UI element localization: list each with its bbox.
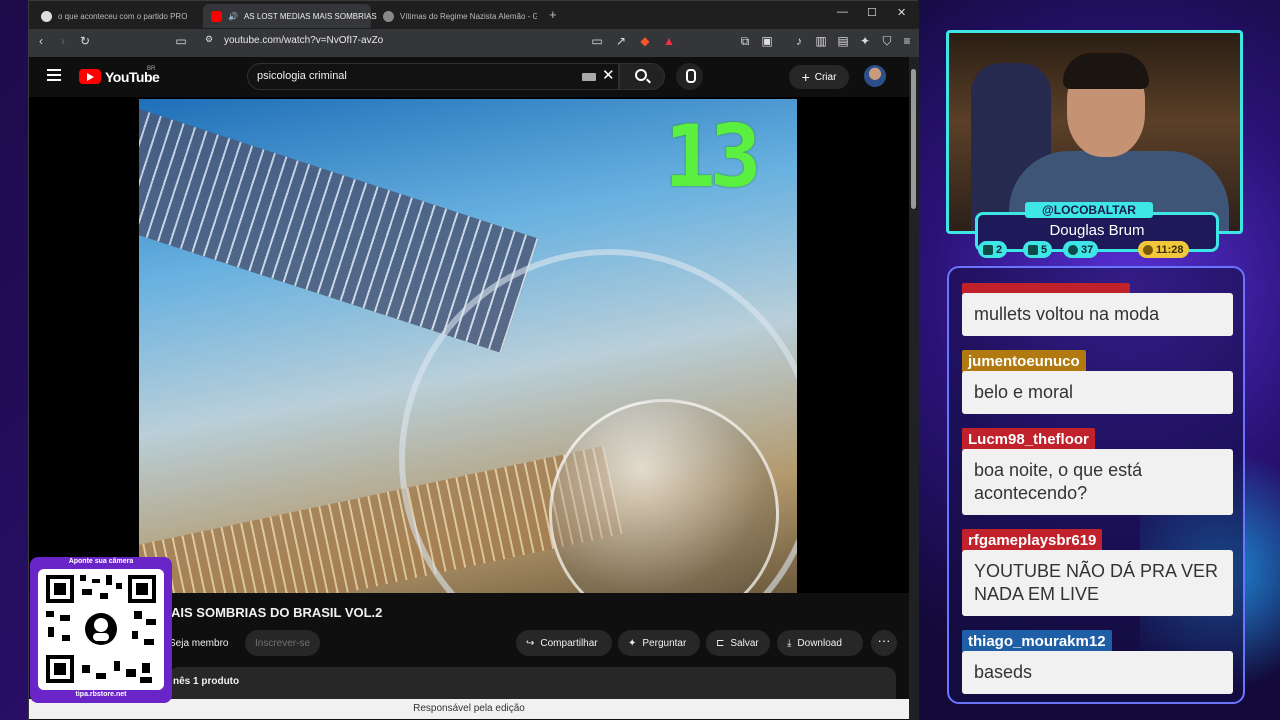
youtube-favicon xyxy=(211,10,222,22)
vpn-icon[interactable]: ⛉ xyxy=(879,34,895,49)
join-label: Seja membro xyxy=(169,637,229,649)
download-label: Download xyxy=(797,637,842,649)
tab-label: o que aconteceu com o partido PRONA - Pe xyxy=(58,11,188,21)
chat-username: Lucm98_thefloor xyxy=(962,428,1095,451)
user-icon xyxy=(1068,244,1078,255)
streamer-name: Douglas Brum xyxy=(1049,222,1145,239)
menu-icon[interactable]: ≡ xyxy=(899,34,915,48)
play-icon xyxy=(1028,244,1038,255)
share-icon[interactable]: ↗ xyxy=(613,34,629,48)
stat-videos: 5 xyxy=(1023,241,1053,258)
address-bar[interactable]: youtube.com/watch?v=NvOfI7-avZo xyxy=(224,35,383,46)
video-player[interactable]: 13 xyxy=(29,97,909,593)
chat-icon xyxy=(983,244,993,255)
chat-message: mullets voltou na moda xyxy=(962,293,1233,336)
share-button[interactable]: ↪ Compartilhar xyxy=(516,630,612,656)
close-window-button[interactable]: ✕ xyxy=(897,6,906,19)
clear-search-icon[interactable]: ✕ xyxy=(602,66,615,84)
tab-label: AS LOST MEDIAS MAIS SOMBRIAS xyxy=(243,11,377,21)
search-icon xyxy=(635,69,647,81)
stat-value: 11:28 xyxy=(1156,243,1184,256)
stat-value: 37 xyxy=(1081,243,1094,256)
ask-label: Perguntar xyxy=(642,637,687,649)
stat-value: 5 xyxy=(1041,243,1048,256)
chat-username: rfgameplaysbr619 xyxy=(962,529,1103,552)
avatar[interactable] xyxy=(864,65,886,87)
create-button[interactable]: + Criar xyxy=(789,65,849,89)
brave-rewards-icon[interactable]: ▲ xyxy=(661,34,677,48)
speaker-icon: 🔊 xyxy=(228,11,238,21)
screenshot-icon[interactable]: ▣ xyxy=(759,34,775,48)
qr-code xyxy=(38,569,164,690)
qr-url: tipa.rbstore.net xyxy=(75,691,127,698)
video-frame[interactable]: 13 xyxy=(139,99,797,593)
tab-label: Vítimas do Regime Nazista Alemão - Grok xyxy=(400,11,537,21)
save-button[interactable]: ⊏ Salvar xyxy=(706,630,770,656)
sparkle-icon: ✦ xyxy=(628,637,637,649)
minimize-button[interactable]: — xyxy=(837,6,848,18)
site-info-icon[interactable]: ⚙ xyxy=(201,34,217,45)
share-label: Compartilhar xyxy=(540,637,598,649)
new-tab-button[interactable]: + xyxy=(549,7,557,22)
stat-uptime: 11:28 xyxy=(1138,241,1189,258)
reload-button[interactable]: ↻ xyxy=(77,34,93,48)
download-icon: ⤓ xyxy=(787,637,792,649)
create-label: Criar xyxy=(814,71,837,83)
country-code: BR xyxy=(147,66,156,72)
stat-viewers: 37 xyxy=(1063,241,1099,258)
browser-toolbar xyxy=(29,29,919,57)
streamer-handle: @LOCOBALTAR xyxy=(1025,202,1153,218)
hamburger-menu-icon[interactable] xyxy=(47,69,61,81)
sidebar-icon[interactable]: ▥ xyxy=(813,34,829,48)
tab-prona[interactable]: o que aconteceu com o partido PRONA - Pe xyxy=(33,4,199,28)
download-button[interactable]: ⤓ Download xyxy=(777,630,863,656)
tab-grok[interactable]: Vítimas do Regime Nazista Alemão - Grok xyxy=(375,4,545,28)
save-icon: ⊏ xyxy=(716,637,725,649)
extensions-icon[interactable]: ⧉ xyxy=(737,34,753,49)
share-icon: ↪ xyxy=(526,637,535,649)
streamer-hair xyxy=(1063,53,1149,89)
tab-strip: o que aconteceu com o partido PRONA - Pe… xyxy=(29,1,919,29)
youtube-logo-icon[interactable] xyxy=(79,69,101,84)
chat-username: jumentoeunuco xyxy=(962,350,1086,373)
back-button[interactable]: ‹ xyxy=(33,34,49,48)
bookmark-icon[interactable]: ▭ xyxy=(173,34,189,48)
clock-icon xyxy=(1143,244,1153,255)
video-countdown-number: 13 xyxy=(664,107,762,207)
chat-message: belo e moral xyxy=(962,371,1233,414)
maximize-button[interactable]: ☐ xyxy=(867,6,877,19)
brave-shield-icon[interactable]: ◆ xyxy=(637,34,653,48)
ask-button[interactable]: ✦ Perguntar xyxy=(618,630,700,656)
leo-ai-icon[interactable]: ✦ xyxy=(857,34,873,48)
save-label: Salvar xyxy=(730,637,759,649)
forward-button[interactable]: › xyxy=(55,34,71,48)
youtube-header: YouTube BR psicologia criminal ✕ + Criar xyxy=(29,57,909,97)
chat-message: boa noite, o que está acontecendo? xyxy=(962,449,1233,515)
chat-message: baseds xyxy=(962,651,1233,694)
chat-message: YOUTUBE NÃO DÁ PRA VER NADA EM LIVE xyxy=(962,550,1233,616)
stat-chat: 2 xyxy=(978,241,1008,258)
subscribe-button[interactable]: Inscrever-se xyxy=(245,630,321,656)
keyboard-icon[interactable] xyxy=(582,73,596,81)
voice-search-icon[interactable] xyxy=(676,63,703,90)
google-icon xyxy=(41,10,52,22)
wallet-icon[interactable]: ▤ xyxy=(835,34,851,48)
more-actions-icon[interactable]: ··· xyxy=(871,630,897,656)
qr-caption: Aponte sua câmera xyxy=(68,558,134,565)
subscribe-label: Inscrever-se xyxy=(255,637,311,649)
tab-lost-medias[interactable]: 🔊 AS LOST MEDIAS MAIS SOMBRIAS ✕ xyxy=(203,4,391,28)
chat-username: thiago_mourakm12 xyxy=(962,630,1112,653)
video-title: AIS SOMBRIAS DO BRASIL VOL.2 xyxy=(171,605,383,620)
description-snippet: nês 1 produto xyxy=(173,676,240,687)
scrollbar-thumb[interactable] xyxy=(911,69,916,209)
stat-value: 2 xyxy=(996,243,1003,256)
search-input[interactable]: psicologia criminal xyxy=(257,70,347,82)
cast-icon[interactable]: ▭ xyxy=(589,34,605,48)
grok-icon xyxy=(383,10,394,22)
music-icon[interactable]: ♪ xyxy=(791,34,807,48)
plus-icon: + xyxy=(801,69,810,85)
